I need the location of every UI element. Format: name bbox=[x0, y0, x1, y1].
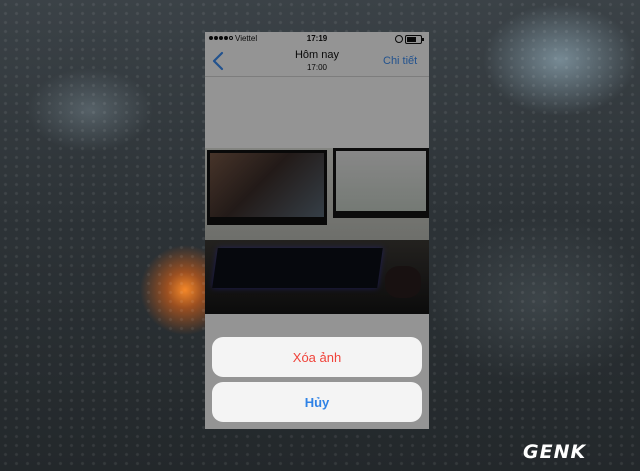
phone-screen: Viettel 17:19 Hôm nay 17:00 Chi tiết Xóa… bbox=[205, 32, 429, 429]
cancel-button[interactable]: Hủy bbox=[212, 382, 422, 422]
delete-photo-button[interactable]: Xóa ảnh bbox=[212, 337, 422, 377]
watermark-text: GENK bbox=[523, 441, 587, 463]
genk-logo: GENK bbox=[523, 440, 633, 464]
